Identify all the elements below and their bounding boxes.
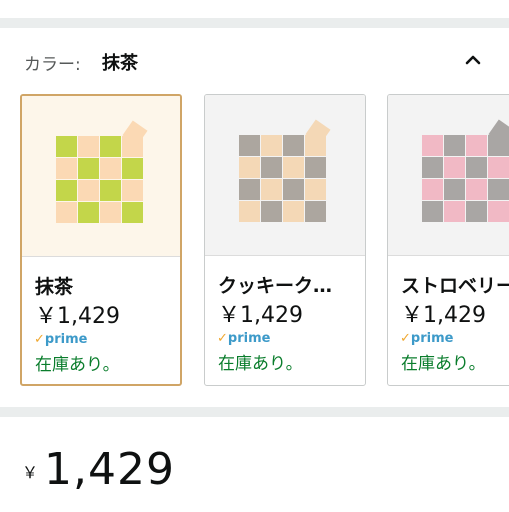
stock-status: 在庫あり。 bbox=[401, 354, 486, 374]
product-thumbnail bbox=[205, 95, 365, 255]
currency-symbol: ￥ bbox=[22, 463, 39, 482]
section-divider-middle bbox=[0, 407, 509, 417]
option-price: ￥1,429 bbox=[218, 303, 303, 328]
color-option-cookie-cream[interactable]: クッキーク… ￥1,429 ✓prime 在庫あり。 bbox=[204, 94, 366, 386]
option-name: 抹茶 bbox=[35, 276, 74, 298]
price-amount: 1,429 bbox=[44, 444, 175, 495]
prime-check-icon: ✓ bbox=[400, 331, 411, 346]
color-selector-header[interactable]: カラー: 抹茶 bbox=[24, 40, 494, 80]
prime-badge: ✓prime bbox=[34, 332, 88, 347]
color-option-list: 抹茶 ￥1,429 ✓prime 在庫あり。 クッキーク… ￥1,429 ✓pr… bbox=[20, 94, 509, 394]
mat-image bbox=[56, 120, 148, 223]
prime-check-icon: ✓ bbox=[34, 332, 45, 347]
color-label: カラー: bbox=[24, 55, 81, 75]
option-price: ￥1,429 bbox=[35, 304, 120, 329]
mat-image bbox=[422, 119, 509, 222]
prime-badge: ✓prime bbox=[400, 331, 454, 346]
color-option-matcha[interactable]: 抹茶 ￥1,429 ✓prime 在庫あり。 bbox=[20, 94, 182, 386]
selected-color-value: 抹茶 bbox=[102, 53, 138, 74]
chevron-up-icon[interactable] bbox=[458, 44, 488, 74]
prime-check-icon: ✓ bbox=[217, 331, 228, 346]
option-price: ￥1,429 bbox=[401, 303, 486, 328]
option-name: ストロベリー bbox=[401, 275, 509, 297]
stock-status: 在庫あり。 bbox=[218, 354, 303, 374]
option-name: クッキーク… bbox=[218, 275, 333, 297]
stock-status: 在庫あり。 bbox=[35, 355, 120, 375]
color-option-strawberry[interactable]: ストロベリー ￥1,429 ✓prime 在庫あり。 bbox=[387, 94, 509, 386]
section-divider-top bbox=[0, 18, 509, 28]
mat-image bbox=[239, 119, 331, 222]
product-thumbnail bbox=[22, 96, 180, 256]
product-thumbnail bbox=[388, 95, 509, 255]
prime-badge: ✓prime bbox=[217, 331, 271, 346]
